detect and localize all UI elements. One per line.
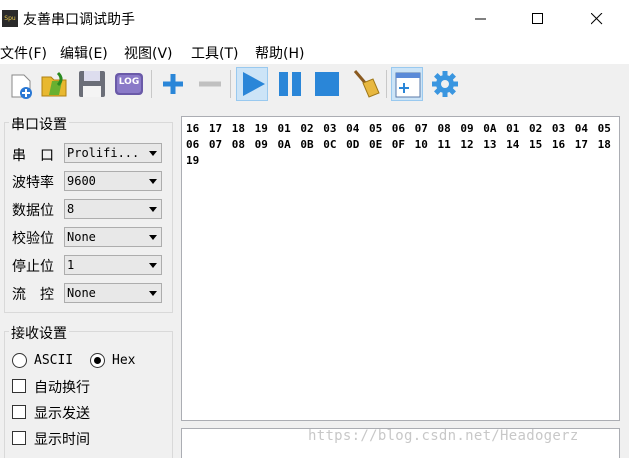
data-bits-label: 数据位: [12, 203, 54, 219]
receive-settings-title: 接收设置: [9, 323, 69, 343]
show-time-label: 显示时间: [34, 432, 90, 448]
close-icon: [591, 13, 603, 25]
remove-button[interactable]: [194, 67, 226, 101]
radio-selected-dot: [94, 357, 101, 364]
chevron-down-icon: [149, 291, 157, 296]
settings-button[interactable]: [429, 67, 461, 101]
flow-control-label: 流 控: [12, 287, 54, 303]
clear-button[interactable]: [349, 67, 381, 101]
toolbar-separator: [151, 70, 152, 98]
minimize-button[interactable]: [458, 0, 504, 38]
menu-help[interactable]: 帮助(H): [255, 43, 304, 63]
menu-bar: 文件(F) 编辑(E) 视图(V) 工具(T) 帮助(H): [0, 38, 629, 64]
add-icon: [163, 74, 183, 94]
parity-select[interactable]: None: [64, 227, 162, 247]
hex-label: Hex: [112, 353, 136, 368]
stop-bits-select[interactable]: 1: [64, 255, 162, 275]
show-send-checkbox[interactable]: [12, 405, 26, 419]
menu-file[interactable]: 文件(F): [0, 43, 47, 63]
open-folder-icon: [41, 71, 67, 97]
pause-icon: [279, 72, 301, 96]
port-select[interactable]: Prolifi...: [64, 143, 162, 163]
chevron-down-icon: [149, 179, 157, 184]
data-bits-select[interactable]: 8: [64, 199, 162, 219]
stop-bits-value: 1: [67, 258, 75, 272]
log-label: LOG: [118, 77, 140, 87]
chevron-down-icon: [149, 235, 157, 240]
close-button[interactable]: [574, 0, 620, 38]
flow-control-select[interactable]: None: [64, 283, 162, 303]
port-value: Prolifi...: [67, 146, 140, 160]
data-bits-value: 8: [67, 202, 75, 216]
ascii-radio[interactable]: [12, 353, 27, 368]
ascii-label: ASCII: [34, 353, 74, 368]
port-label: 串 口: [12, 148, 54, 164]
window-title: 友善串口调试助手: [23, 12, 135, 28]
stop-button[interactable]: [311, 67, 343, 101]
pause-button[interactable]: [274, 67, 306, 101]
add-button[interactable]: [157, 67, 189, 101]
watermark: https://blog.csdn.net/Headogerz: [308, 428, 579, 444]
window-button[interactable]: [391, 67, 423, 101]
maximize-icon: [532, 13, 543, 24]
parity-label: 校验位: [12, 231, 54, 247]
chevron-down-icon: [149, 151, 157, 156]
save-button[interactable]: [76, 67, 108, 101]
auto-wrap-label: 自动换行: [34, 380, 90, 396]
auto-wrap-checkbox[interactable]: [12, 379, 26, 393]
baud-rate-value: 9600: [67, 174, 96, 188]
save-icon: [79, 71, 105, 97]
baud-rate-label: 波特率: [12, 175, 54, 191]
receive-text-area[interactable]: 16 17 18 19 01 02 03 04 05 06 07 08 09 0…: [181, 116, 620, 421]
new-icon: [11, 74, 32, 99]
gear-icon: [432, 71, 458, 97]
log-button[interactable]: LOG: [113, 67, 145, 101]
broom-icon: [353, 70, 380, 98]
toolbar-separator: [386, 70, 387, 98]
show-send-label: 显示发送: [34, 406, 90, 422]
toolbar-separator: [230, 70, 231, 98]
open-button[interactable]: [38, 67, 70, 101]
hex-radio[interactable]: [90, 353, 105, 368]
start-button[interactable]: [236, 67, 268, 101]
chevron-down-icon: [149, 207, 157, 212]
show-time-checkbox[interactable]: [12, 431, 26, 445]
stop-icon: [315, 72, 339, 96]
minimize-icon: [475, 18, 486, 20]
play-icon: [243, 72, 265, 96]
toolbar: LOG: [0, 64, 629, 104]
app-icon: Spu: [2, 10, 18, 27]
chevron-down-icon: [149, 263, 157, 268]
stop-bits-label: 停止位: [12, 259, 54, 275]
window-icon: [395, 72, 421, 98]
parity-value: None: [67, 230, 96, 244]
title-bar: Spu 友善串口调试助手: [0, 0, 629, 38]
menu-tools[interactable]: 工具(T): [191, 43, 238, 63]
menu-edit[interactable]: 编辑(E): [60, 43, 108, 63]
serial-settings-title: 串口设置: [9, 114, 69, 134]
menu-view[interactable]: 视图(V): [124, 43, 173, 63]
remove-icon: [199, 81, 221, 87]
maximize-button[interactable]: [515, 0, 561, 38]
new-button[interactable]: [4, 67, 36, 101]
baud-rate-select[interactable]: 9600: [64, 171, 162, 191]
flow-control-value: None: [67, 286, 96, 300]
